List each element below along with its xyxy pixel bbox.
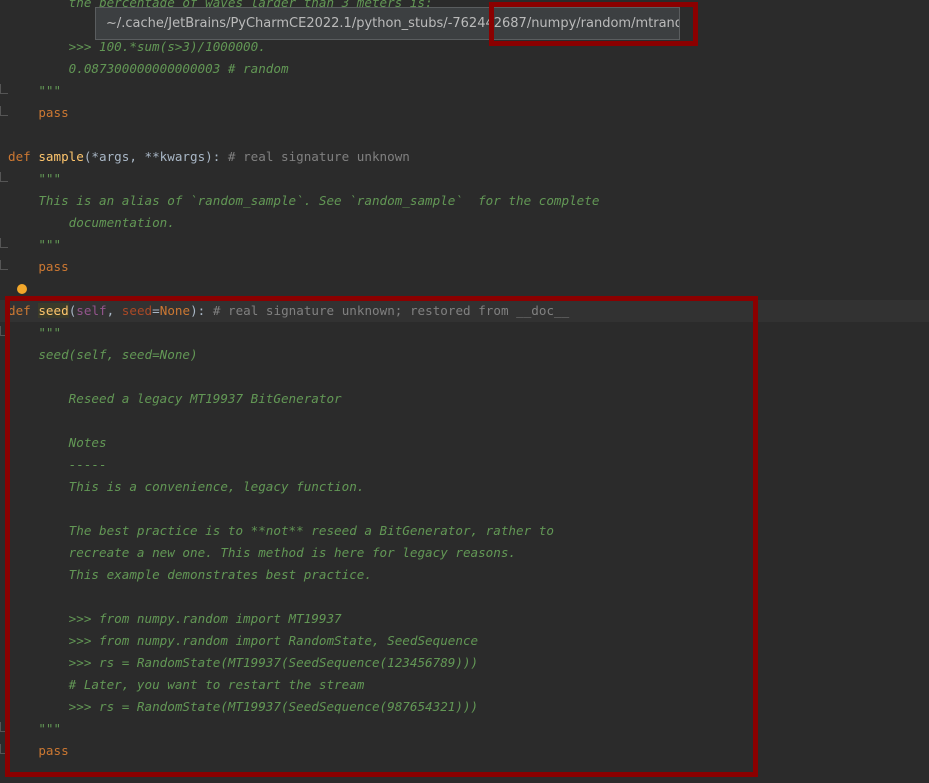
code-line: The best practice is to **not** reseed a…: [8, 520, 554, 542]
docstring-delimiter: """: [38, 171, 62, 186]
code-line: pass: [8, 256, 69, 278]
docstring-delimiter: """: [38, 325, 62, 340]
fold-marker-icon[interactable]: [0, 106, 8, 116]
def-keyword: def: [8, 303, 31, 318]
code-line: >>> rs = RandomState(MT19937(SeedSequenc…: [8, 652, 478, 674]
fold-marker-icon[interactable]: [0, 744, 8, 754]
seed-param: seed: [121, 303, 153, 318]
fold-marker-icon[interactable]: [0, 84, 8, 94]
code-line: -----: [8, 454, 107, 476]
docstring-text: documentation.: [38, 215, 175, 230]
docstring-text: The best practice is to **not** reseed a…: [68, 523, 554, 538]
code-line: """: [8, 83, 62, 98]
default-value: None: [159, 303, 191, 318]
code-line: documentation.: [8, 212, 175, 234]
comma: ,: [106, 303, 122, 318]
docstring-text: >>> rs = RandomState(MT19937(SeedSequenc…: [68, 655, 479, 670]
code-line: Notes: [8, 432, 107, 454]
equals: =: [152, 303, 160, 318]
docstring-delimiter: """: [38, 237, 62, 252]
docstring-text: seed(self, seed=None): [38, 347, 198, 362]
code-line: >>> from numpy.random import RandomState…: [8, 630, 478, 652]
code-line-def-seed[interactable]: def seed(self, seed=None): # real signat…: [0, 300, 929, 322]
docstring-text: >>> from numpy.random import RandomState…: [68, 633, 479, 648]
docstring-delimiter: """: [38, 721, 62, 736]
code-line: 0.087300000000000003 # random: [8, 61, 289, 76]
docstring-text: This is a convenience, legacy function.: [68, 479, 365, 494]
file-path-tooltip: ~/.cache/JetBrains/PyCharmCE2022.1/pytho…: [95, 7, 680, 40]
paren: ):: [190, 303, 213, 318]
code-line: This example demonstrates best practice.: [8, 564, 372, 586]
docstring-text: Reseed a legacy MT19937 BitGenerator: [68, 391, 342, 406]
docstring-text: >>> from numpy.random import MT19937: [68, 611, 342, 626]
function-name[interactable]: seed: [38, 303, 69, 318]
function-name[interactable]: sample: [38, 149, 84, 164]
code-line: """: [8, 718, 61, 740]
code-line: pass: [8, 740, 69, 762]
code-line: pass: [8, 102, 69, 124]
code-comment: # real signature unknown: [227, 149, 410, 164]
code-line: >>> rs = RandomState(MT19937(SeedSequenc…: [8, 696, 478, 718]
fold-marker-icon[interactable]: [0, 260, 8, 270]
fold-marker-icon[interactable]: [0, 722, 8, 732]
def-keyword: def: [8, 149, 31, 164]
code-line: # Later, you want to restart the stream: [8, 674, 365, 696]
pass-keyword: pass: [38, 259, 69, 274]
code-line-def-sample: def sample(*args, **kwargs): # real sign…: [8, 146, 410, 168]
docstring-text: recreate a new one. This method is here …: [68, 545, 517, 560]
code-line: seed(self, seed=None): [8, 344, 198, 366]
code-line: Reseed a legacy MT19937 BitGenerator: [8, 388, 342, 410]
function-args: (*args, **kwargs):: [83, 149, 228, 164]
docstring-text: # Later, you want to restart the stream: [68, 677, 365, 692]
docstring-text: Notes: [68, 435, 107, 450]
lightbulb-icon[interactable]: [17, 284, 27, 294]
fold-marker-icon[interactable]: [0, 172, 8, 182]
code-line: This is a convenience, legacy function.: [8, 476, 365, 498]
pass-keyword: pass: [38, 105, 69, 120]
docstring-text: >>> rs = RandomState(MT19937(SeedSequenc…: [68, 699, 479, 714]
self-param: self: [76, 303, 107, 318]
code-comment: # real signature unknown; restored from …: [212, 303, 570, 318]
code-line: recreate a new one. This method is here …: [8, 542, 516, 564]
code-editor[interactable]: the percentage of waves larger than 3 me…: [0, 0, 929, 783]
fold-marker-icon[interactable]: [0, 238, 8, 248]
code-line: """: [8, 234, 61, 256]
fold-marker-icon[interactable]: [0, 326, 8, 336]
code-line: """: [8, 322, 61, 344]
docstring-text: This example demonstrates best practice.: [68, 567, 372, 582]
code-line: This is an alias of `random_sample`. See…: [8, 190, 599, 212]
code-line: >>> from numpy.random import MT19937: [8, 608, 342, 630]
code-line: """: [8, 168, 61, 190]
docstring-text: This is an alias of `random_sample`. See…: [38, 193, 600, 208]
pass-keyword: pass: [38, 743, 69, 758]
docstring-text: -----: [68, 457, 107, 472]
